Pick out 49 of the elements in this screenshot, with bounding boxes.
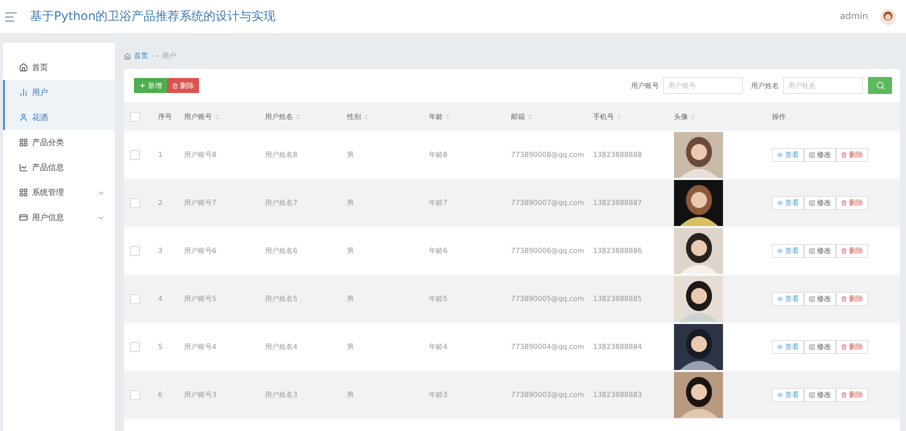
sidebar-item[interactable]: 用户信息 xyxy=(3,205,115,230)
trash-icon xyxy=(841,152,847,158)
edit-icon xyxy=(809,344,815,350)
edit-icon xyxy=(809,248,815,254)
sidebar-item[interactable]: 花洒 xyxy=(3,105,115,130)
eye-icon xyxy=(777,248,783,254)
eye-icon xyxy=(777,200,783,206)
app-title: 基于Python的卫浴产品推荐系统的设计与实现 xyxy=(30,8,277,25)
user-icon xyxy=(19,113,28,122)
eye-icon xyxy=(777,392,783,398)
bar-chart-icon xyxy=(19,88,28,97)
search-button[interactable] xyxy=(868,77,892,94)
edit-icon xyxy=(809,200,815,206)
home-icon xyxy=(124,52,131,60)
row-checkbox[interactable] xyxy=(130,246,140,256)
select-all-checkbox[interactable] xyxy=(130,112,140,122)
trash-icon xyxy=(841,392,847,398)
trash-icon xyxy=(172,82,178,88)
trash-icon xyxy=(841,296,847,302)
trash-icon xyxy=(841,200,847,206)
separator-icon xyxy=(151,54,159,58)
row-checkbox[interactable] xyxy=(130,342,140,352)
row-checkbox[interactable] xyxy=(130,390,140,400)
sidebar-item[interactable]: 用户 xyxy=(3,80,115,105)
trash-icon xyxy=(841,344,847,350)
card-icon xyxy=(19,213,28,222)
eye-icon xyxy=(777,152,783,158)
sidebar-item[interactable]: 系统管理 xyxy=(3,180,115,205)
edit-icon xyxy=(809,296,815,302)
grid-icon xyxy=(19,138,28,147)
grid-icon xyxy=(19,188,28,197)
sidebar-item[interactable]: 产品信息 xyxy=(3,155,115,180)
eye-icon xyxy=(777,296,783,302)
menu-icon[interactable] xyxy=(4,10,18,24)
row-checkbox[interactable] xyxy=(130,150,140,160)
home-icon xyxy=(19,63,28,72)
search-icon xyxy=(876,81,884,90)
line-chart-icon xyxy=(19,163,28,172)
edit-icon xyxy=(809,392,815,398)
row-checkbox[interactable] xyxy=(130,294,140,304)
sidebar-item[interactable]: 产品分类 xyxy=(3,130,115,155)
avatar-icon[interactable] xyxy=(880,8,896,24)
sidebar-item[interactable]: 首页 xyxy=(3,55,115,80)
trash-icon xyxy=(841,248,847,254)
plus-icon xyxy=(139,82,146,89)
edit-icon xyxy=(809,152,815,158)
eye-icon xyxy=(777,344,783,350)
row-checkbox[interactable] xyxy=(130,198,140,208)
user-name: admin xyxy=(840,12,868,22)
